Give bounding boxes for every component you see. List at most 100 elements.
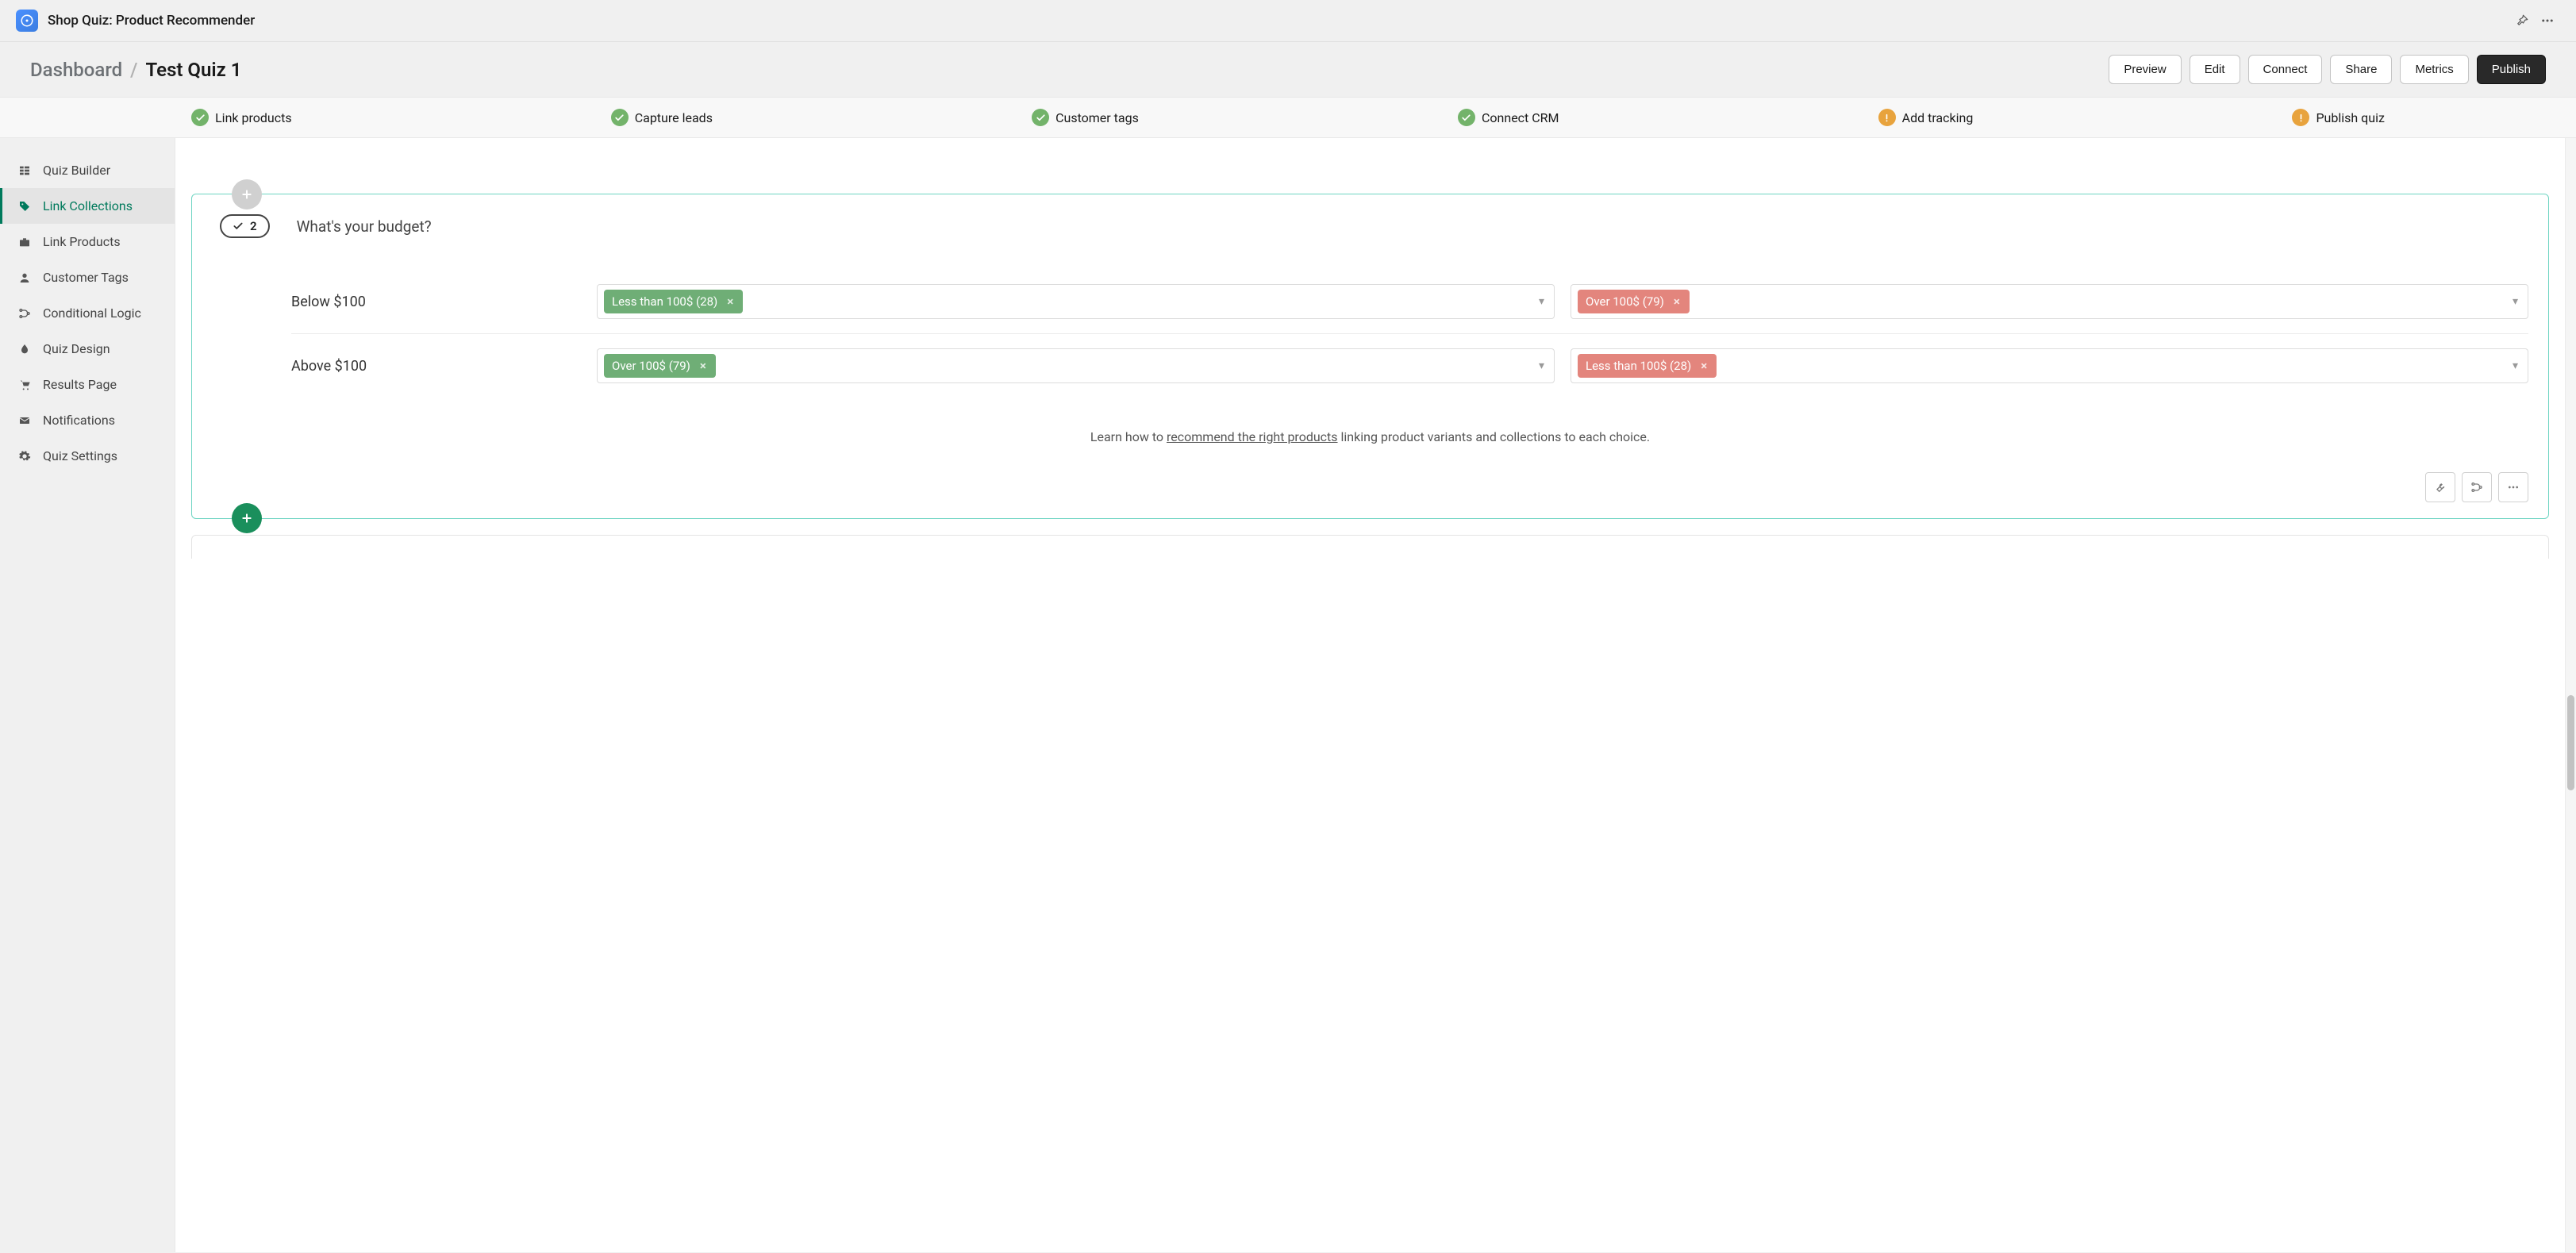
collection-tag-exclude: Over 100$ (79) × <box>1578 290 1690 313</box>
preview-button[interactable]: Preview <box>2109 55 2181 84</box>
sidebar-item-customer-tags[interactable]: Customer Tags <box>0 259 175 295</box>
include-collections-select[interactable]: Less than 100$ (28) × ▾ <box>597 284 1555 319</box>
more-horizontal-icon <box>2507 481 2520 494</box>
check-circle-icon <box>1032 109 1049 126</box>
next-card-stub <box>191 535 2549 559</box>
plus-icon <box>240 188 253 201</box>
tag-text: Less than 100$ (28) <box>612 294 717 309</box>
step-label: Capture leads <box>635 110 713 125</box>
sidebar-item-quiz-builder[interactable]: Quiz Builder <box>0 152 175 188</box>
sidebar-item-link-collections[interactable]: Link Collections <box>0 188 175 224</box>
include-collections-select[interactable]: Over 100$ (79) × ▾ <box>597 348 1555 383</box>
sidebar-item-label: Quiz Design <box>43 341 110 356</box>
answer-label: Above $100 <box>291 358 581 375</box>
breadcrumb: Dashboard / Test Quiz 1 <box>30 59 241 81</box>
tag-text: Less than 100$ (28) <box>1586 359 1691 373</box>
pin-button[interactable] <box>2509 8 2535 33</box>
share-button[interactable]: Share <box>2330 55 2392 84</box>
step-link-products[interactable]: Link products <box>191 109 292 126</box>
question-number: 2 <box>250 219 257 233</box>
sidebar-item-link-products[interactable]: Link Products <box>0 224 175 259</box>
edit-button[interactable]: Edit <box>2190 55 2240 84</box>
wrench-icon <box>2434 481 2447 494</box>
sidebar: Quiz Builder Link Collections Link Produ… <box>0 138 175 1252</box>
main-layout: Quiz Builder Link Collections Link Produ… <box>0 138 2576 1252</box>
more-button[interactable] <box>2535 8 2560 33</box>
add-question-below-button[interactable] <box>232 503 262 533</box>
gear-icon <box>17 450 32 463</box>
step-capture-leads[interactable]: Capture leads <box>611 109 713 126</box>
breadcrumb-current: Test Quiz 1 <box>146 59 242 81</box>
sidebar-item-notifications[interactable]: Notifications <box>0 402 175 438</box>
metrics-button[interactable]: Metrics <box>2400 55 2468 84</box>
briefcase-icon <box>17 236 32 248</box>
sidebar-item-results-page[interactable]: Results Page <box>0 367 175 402</box>
sidebar-item-label: Notifications <box>43 413 115 428</box>
progress-steps-bar: Link products Capture leads Customer tag… <box>0 97 2576 138</box>
mail-icon <box>17 414 32 427</box>
step-label: Customer tags <box>1055 110 1139 125</box>
app-title: Shop Quiz: Product Recommender <box>48 13 255 29</box>
step-publish-quiz[interactable]: Publish quiz <box>2292 109 2384 126</box>
exclude-collections-select[interactable]: Over 100$ (79) × ▾ <box>1571 284 2528 319</box>
tag-text: Over 100$ (79) <box>1586 294 1664 309</box>
app-logo <box>16 10 38 32</box>
step-label: Link products <box>215 110 292 125</box>
connect-button[interactable]: Connect <box>2248 55 2323 84</box>
sidebar-item-conditional-logic[interactable]: Conditional Logic <box>0 295 175 331</box>
check-circle-icon <box>1458 109 1475 126</box>
chevron-down-icon: ▾ <box>2513 359 2518 372</box>
app-logo-icon <box>20 13 34 28</box>
sidebar-item-label: Link Collections <box>43 198 133 213</box>
exclude-collections-select[interactable]: Less than 100$ (28) × ▾ <box>1571 348 2528 383</box>
scrollbar-thumb[interactable] <box>2567 695 2574 790</box>
remove-tag-button[interactable]: × <box>1672 294 1682 309</box>
app-title-bar: Shop Quiz: Product Recommender <box>0 0 2576 42</box>
pin-icon <box>2515 13 2529 28</box>
step-label: Add tracking <box>1902 110 1974 125</box>
settings-tool-button[interactable] <box>2425 472 2455 502</box>
page-header: Dashboard / Test Quiz 1 Preview Edit Con… <box>0 42 2576 97</box>
step-add-tracking[interactable]: Add tracking <box>1878 109 1974 126</box>
sidebar-item-label: Conditional Logic <box>43 306 141 321</box>
answer-row: Below $100 Less than 100$ (28) × ▾ Over … <box>291 270 2528 334</box>
sidebar-item-quiz-design[interactable]: Quiz Design <box>0 331 175 367</box>
remove-tag-button[interactable]: × <box>698 359 708 373</box>
remove-tag-button[interactable]: × <box>1699 359 1709 373</box>
card-footer-actions <box>212 472 2528 502</box>
question-title: What's your budget? <box>297 217 432 236</box>
publish-button[interactable]: Publish <box>2477 55 2546 84</box>
scrollbar[interactable] <box>2565 138 2576 1252</box>
check-circle-icon <box>611 109 629 126</box>
branch-icon <box>2470 481 2483 494</box>
more-horizontal-icon <box>2540 13 2555 28</box>
breadcrumb-root[interactable]: Dashboard <box>30 59 122 81</box>
question-card: 2 What's your budget? Below $100 Less th… <box>191 194 2549 519</box>
question-header: 2 What's your budget? <box>220 214 2528 238</box>
sidebar-item-label: Customer Tags <box>43 270 129 285</box>
answer-row: Above $100 Over 100$ (79) × ▾ Less than … <box>291 334 2528 398</box>
branch-icon <box>17 307 32 320</box>
more-tool-button[interactable] <box>2498 472 2528 502</box>
check-circle-icon <box>191 109 209 126</box>
chevron-down-icon: ▾ <box>1539 359 1544 372</box>
help-text: Learn how to recommend the right product… <box>212 429 2528 444</box>
sidebar-item-label: Link Products <box>43 234 121 249</box>
help-link[interactable]: recommend the right products <box>1167 429 1338 444</box>
exclamation-circle-icon <box>2292 109 2309 126</box>
logic-tool-button[interactable] <box>2462 472 2492 502</box>
remove-tag-button[interactable]: × <box>725 294 735 309</box>
previous-card-stub <box>191 138 2549 186</box>
step-customer-tags[interactable]: Customer tags <box>1032 109 1139 126</box>
chevron-down-icon: ▾ <box>1539 295 1544 308</box>
layout-icon <box>17 164 32 177</box>
tag-text: Over 100$ (79) <box>612 359 690 373</box>
sidebar-item-quiz-settings[interactable]: Quiz Settings <box>0 438 175 474</box>
cart-icon <box>17 379 32 391</box>
collection-tag-include: Over 100$ (79) × <box>604 354 716 378</box>
sidebar-item-label: Results Page <box>43 377 117 392</box>
step-label: Publish quiz <box>2316 110 2384 125</box>
question-number-badge[interactable]: 2 <box>220 214 270 238</box>
add-question-above-button[interactable] <box>232 179 262 209</box>
step-connect-crm[interactable]: Connect CRM <box>1458 109 1559 126</box>
